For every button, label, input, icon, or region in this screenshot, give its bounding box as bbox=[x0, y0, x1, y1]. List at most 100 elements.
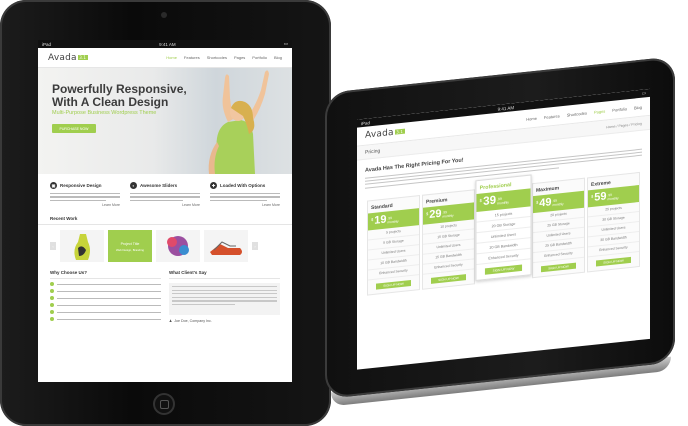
chevron-left-icon[interactable]: ‹ bbox=[50, 242, 56, 251]
tablet-portrait: iPad 9:41 AM ▭ Avada 3.1 Home Features Sh… bbox=[0, 0, 331, 426]
screen-portrait: iPad 9:41 AM ▭ Avada 3.1 Home Features Sh… bbox=[38, 40, 292, 382]
carrier-label: iPad bbox=[361, 119, 371, 126]
nav-shortcodes[interactable]: Shortcodes bbox=[207, 55, 227, 60]
home-button[interactable] bbox=[153, 393, 175, 415]
list-item bbox=[50, 282, 161, 287]
signup-button[interactable]: SIGN UP NOW bbox=[375, 279, 412, 290]
list-item bbox=[50, 289, 161, 294]
site-header: Avada 3.1 Home Features Shortcodes Pages … bbox=[38, 48, 292, 68]
plan-professional: Professional $39.99 monthly 15 projects 2… bbox=[475, 174, 532, 281]
sliders-icon: ◐ bbox=[130, 182, 137, 189]
logo-text: Avada bbox=[365, 127, 394, 141]
nav-features[interactable]: Features bbox=[184, 55, 200, 60]
paint-splash-image bbox=[167, 236, 189, 257]
nav-portfolio[interactable]: Portfolio bbox=[612, 106, 627, 113]
logo-badge: 3.1 bbox=[394, 128, 405, 135]
plan-premium: Premium $29.99 monthly 10 projects 15 GB … bbox=[422, 188, 475, 290]
feature-responsive: ▣ Responsive Design Learn More bbox=[50, 182, 120, 207]
main-nav: Home Features Shortcodes Pages Portfolio… bbox=[166, 55, 282, 60]
learn-more-link[interactable]: Learn More bbox=[130, 203, 200, 207]
chevron-right-icon[interactable]: › bbox=[252, 242, 258, 251]
clock: 9:41 AM bbox=[159, 41, 176, 47]
logo-badge: 3.1 bbox=[77, 54, 88, 60]
logo-text: Avada bbox=[48, 52, 77, 63]
nav-home[interactable]: Home bbox=[166, 55, 177, 60]
feature-title: Awesome Sliders bbox=[140, 183, 178, 188]
status-bar: iPad 9:41 AM ▭ bbox=[38, 40, 292, 48]
nav-blog[interactable]: Blog bbox=[634, 104, 642, 110]
testimonial-box bbox=[169, 283, 280, 316]
list-item bbox=[50, 303, 161, 308]
project-subtitle: Web Design, Branding bbox=[116, 248, 144, 253]
check-icon bbox=[50, 310, 54, 315]
testimonial-author: ♟ Joe Doe, Company Inc. bbox=[169, 319, 280, 323]
nav-pages[interactable]: Pages bbox=[594, 108, 605, 114]
nav-home[interactable]: Home bbox=[526, 115, 537, 121]
nav-pages[interactable]: Pages bbox=[234, 55, 245, 60]
hero-subtitle: Multi-Purpose Business Wordpress Theme bbox=[52, 110, 157, 116]
user-icon: ♟ bbox=[169, 319, 173, 324]
site-logo[interactable]: Avada 3.1 bbox=[365, 127, 405, 141]
portfolio-thumb[interactable] bbox=[204, 230, 248, 263]
check-icon bbox=[50, 317, 54, 322]
feature-text bbox=[210, 193, 280, 201]
check-icon bbox=[50, 282, 54, 287]
nav-features[interactable]: Features bbox=[544, 113, 560, 120]
feature-options: ✚ Loaded With Options Learn More bbox=[210, 182, 280, 207]
signup-button[interactable]: SIGN UP NOW bbox=[430, 273, 467, 284]
feature-sliders: ◐ Awesome Sliders Learn More bbox=[130, 182, 200, 207]
screen-landscape: iPad 9:41 AM ▭ Avada 3.1 Home Features Sh… bbox=[357, 88, 650, 370]
bottom-columns: Why Choose Us? What Client's Say ♟ Joe Do… bbox=[38, 262, 292, 323]
client-say-column: What Client's Say ♟ Joe Doe, Company Inc. bbox=[169, 270, 280, 323]
author-name: Joe Doe, Company Inc. bbox=[174, 319, 212, 324]
signup-button[interactable]: SIGN UP NOW bbox=[595, 256, 632, 267]
devices-icon: ▣ bbox=[50, 182, 57, 189]
signup-button[interactable]: SIGN UP NOW bbox=[484, 264, 523, 275]
project-title: Project Title bbox=[120, 242, 140, 247]
hero-slider: Powerfully Responsive, With A Clean Desi… bbox=[38, 68, 292, 174]
features-row: ▣ Responsive Design Learn More ◐ Awesome S… bbox=[38, 174, 292, 207]
recent-work-title: Recent Work bbox=[38, 216, 292, 226]
why-choose-column: Why Choose Us? bbox=[50, 270, 161, 323]
hero-title-line2: With A Clean Design bbox=[52, 95, 169, 109]
battery-icon: ▭ bbox=[641, 90, 646, 96]
nav-portfolio[interactable]: Portfolio bbox=[252, 55, 267, 60]
feature-text bbox=[130, 193, 200, 201]
sneakers-image bbox=[210, 241, 242, 256]
hero-title: Powerfully Responsive, With A Clean Desi… bbox=[52, 83, 187, 109]
client-say-title: What Client's Say bbox=[169, 270, 280, 280]
check-icon bbox=[50, 289, 54, 294]
list-item bbox=[50, 310, 161, 315]
purchase-button[interactable]: PURCHASE NOW bbox=[52, 124, 96, 133]
feature-title: Loaded With Options bbox=[220, 183, 266, 188]
tablet-landscape: iPad 9:41 AM ▭ Avada 3.1 Home Features Sh… bbox=[325, 56, 675, 419]
pricing-table: Standard $19.99 monthly 5 projects 5 GB S… bbox=[357, 170, 650, 296]
portfolio-thumb-active[interactable]: Project Title Web Design, Branding bbox=[108, 230, 152, 263]
page-title: Pricing bbox=[365, 147, 381, 156]
signup-button[interactable]: SIGN UP NOW bbox=[540, 262, 577, 272]
bottle-image bbox=[74, 234, 90, 261]
check-icon bbox=[50, 303, 54, 308]
feature-text bbox=[50, 193, 120, 201]
nav-blog[interactable]: Blog bbox=[274, 55, 282, 60]
list-item bbox=[50, 317, 161, 322]
portfolio-thumb[interactable] bbox=[156, 230, 200, 263]
portfolio-thumb[interactable] bbox=[60, 230, 104, 263]
plan-maximum: Maximum $49.99 monthly 20 projects 25 GB … bbox=[532, 177, 585, 278]
carrier-label: iPad bbox=[42, 41, 52, 47]
options-icon: ✚ bbox=[210, 182, 217, 189]
recent-work-carousel: ‹ Project Title Web Design, Branding › bbox=[38, 225, 292, 263]
site-logo[interactable]: Avada 3.1 bbox=[48, 53, 88, 63]
list-item bbox=[50, 296, 161, 301]
feature-title: Responsive Design bbox=[60, 183, 102, 188]
check-icon bbox=[50, 296, 54, 301]
why-choose-title: Why Choose Us? bbox=[50, 270, 161, 280]
plan-extreme: Extreme $59.99 monthly 25 projects 30 GB … bbox=[587, 171, 640, 273]
plan-standard: Standard $19.99 monthly 5 projects 5 GB S… bbox=[367, 194, 420, 296]
learn-more-link[interactable]: Learn More bbox=[210, 203, 280, 207]
breadcrumb[interactable]: Home / Pages / Pricing bbox=[606, 121, 642, 129]
learn-more-link[interactable]: Learn More bbox=[50, 203, 120, 207]
nav-shortcodes[interactable]: Shortcodes bbox=[567, 110, 587, 117]
battery-icon: ▭ bbox=[283, 41, 288, 46]
camera-icon bbox=[161, 12, 167, 18]
